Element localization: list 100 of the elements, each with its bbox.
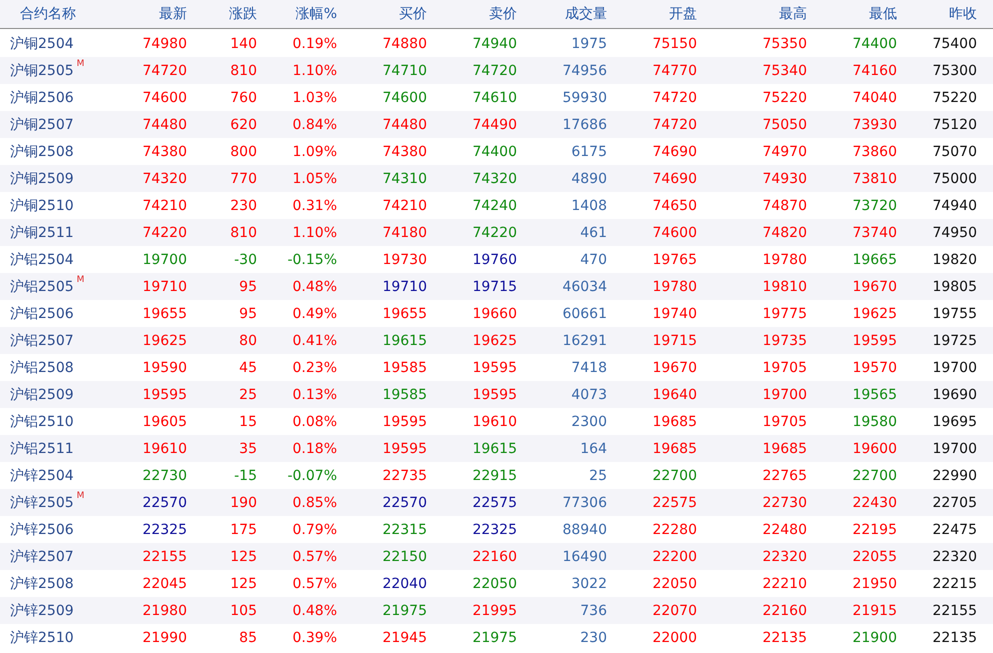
table-cell: 0.39% <box>292 630 337 646</box>
table-cell: 19760 <box>472 252 517 268</box>
table-cell: 74930 <box>762 170 807 186</box>
table-cell: 1.10% <box>292 224 337 240</box>
table-cell: 19625 <box>142 332 187 348</box>
table-cell: 0.08% <box>292 414 337 430</box>
table-cell: 22160 <box>762 602 807 618</box>
table-cell: 21950 <box>852 576 897 592</box>
table-cell: 22050 <box>652 576 697 592</box>
column-header[interactable]: 成交量 <box>565 6 607 22</box>
main-contract-label: M <box>76 490 84 500</box>
table-cell: 0.31% <box>292 198 337 214</box>
table-cell: 760 <box>230 90 257 106</box>
table-cell: 22055 <box>852 548 897 564</box>
table-cell: 74940 <box>472 36 517 52</box>
table-cell: 105 <box>230 602 257 618</box>
table-cell: 19765 <box>652 252 697 268</box>
table-cell: 4890 <box>571 170 607 186</box>
table-cell: 74380 <box>142 144 187 160</box>
table-cell: 19595 <box>472 386 517 402</box>
table-cell: -15 <box>234 468 257 484</box>
table-cell: 461 <box>580 224 607 240</box>
table-cell: 22570 <box>142 494 187 510</box>
table-cell: 74980 <box>142 36 187 52</box>
table-cell: 736 <box>580 602 607 618</box>
table-cell: 19700 <box>932 360 977 376</box>
table-cell: 74490 <box>472 116 517 132</box>
table-cell: 74320 <box>142 170 187 186</box>
table-cell: 19700 <box>142 252 187 268</box>
table-cell: 19565 <box>852 386 897 402</box>
table-cell: 74160 <box>852 62 897 78</box>
table-cell: 19740 <box>652 306 697 322</box>
table-cell: 74480 <box>142 116 187 132</box>
table-cell: 19670 <box>852 278 897 294</box>
table-cell: 0.18% <box>292 440 337 456</box>
table-cell: 19610 <box>472 414 517 430</box>
column-header[interactable]: 合约名称 <box>20 6 76 22</box>
table-cell: 22040 <box>382 576 427 592</box>
table-cell: 74610 <box>472 90 517 106</box>
table-cell: 22210 <box>762 576 807 592</box>
table-cell: 74210 <box>142 198 187 214</box>
table-cell: 22050 <box>472 576 517 592</box>
table-cell: 74400 <box>852 36 897 52</box>
table-cell: 74480 <box>382 116 427 132</box>
table-cell: 19710 <box>142 278 187 294</box>
table-cell: 22575 <box>472 494 517 510</box>
column-header[interactable]: 最高 <box>779 6 807 22</box>
table-cell: 16291 <box>562 332 607 348</box>
table-cell: 0.41% <box>292 332 337 348</box>
table-cell: 19585 <box>382 360 427 376</box>
table-cell: 22315 <box>382 522 427 538</box>
table-cell: 19595 <box>142 386 187 402</box>
table-cell: 19625 <box>472 332 517 348</box>
table-cell: 2300 <box>571 414 607 430</box>
contract-name: 沪锌2507 <box>10 548 74 564</box>
table-cell: 19755 <box>932 306 977 322</box>
table-cell: 75000 <box>932 170 977 186</box>
table-cell: 75070 <box>932 144 977 160</box>
table-cell: 85 <box>239 630 257 646</box>
table-cell: 164 <box>580 440 607 456</box>
table-cell: 74970 <box>762 144 807 160</box>
column-header[interactable]: 涨幅% <box>296 6 337 22</box>
table-cell: 19705 <box>762 360 807 376</box>
table-cell: 19570 <box>852 360 897 376</box>
table-cell: 22215 <box>932 576 977 592</box>
table-cell: 19700 <box>932 440 977 456</box>
table-cell: 74690 <box>652 170 697 186</box>
table-cell: 19610 <box>142 440 187 456</box>
table-cell: 21990 <box>142 630 187 646</box>
column-header[interactable]: 卖价 <box>489 6 517 22</box>
table-cell: 22990 <box>932 468 977 484</box>
table-cell: 19615 <box>472 440 517 456</box>
table-cell: 95 <box>239 278 257 294</box>
column-header[interactable]: 昨收 <box>949 6 977 22</box>
table-cell: 21975 <box>382 602 427 618</box>
contract-name: 沪锌2505 <box>10 494 74 510</box>
contract-name: 沪锌2508 <box>10 576 74 592</box>
table-cell: 19695 <box>932 414 977 430</box>
table-cell: 1408 <box>571 198 607 214</box>
column-header[interactable]: 涨跌 <box>229 6 257 22</box>
column-header[interactable]: 买价 <box>399 6 427 22</box>
table-cell: 74310 <box>382 170 427 186</box>
table-cell: 230 <box>230 198 257 214</box>
table-cell: 74950 <box>932 224 977 240</box>
column-header[interactable]: 开盘 <box>669 6 697 22</box>
table-cell: 1.09% <box>292 144 337 160</box>
table-cell: 74180 <box>382 224 427 240</box>
table-cell: 19595 <box>472 360 517 376</box>
table-cell: 25 <box>239 386 257 402</box>
table-cell: 19660 <box>472 306 517 322</box>
column-header[interactable]: 最新 <box>159 6 187 22</box>
column-header[interactable]: 最低 <box>869 6 897 22</box>
table-cell: 19715 <box>652 332 697 348</box>
table-cell: 19725 <box>932 332 977 348</box>
table-cell: 19685 <box>652 440 697 456</box>
table-cell: 80 <box>239 332 257 348</box>
table-cell: 800 <box>230 144 257 160</box>
table-cell: 19710 <box>382 278 427 294</box>
main-contract-label: M <box>76 58 84 68</box>
table-cell: 16490 <box>562 548 607 564</box>
